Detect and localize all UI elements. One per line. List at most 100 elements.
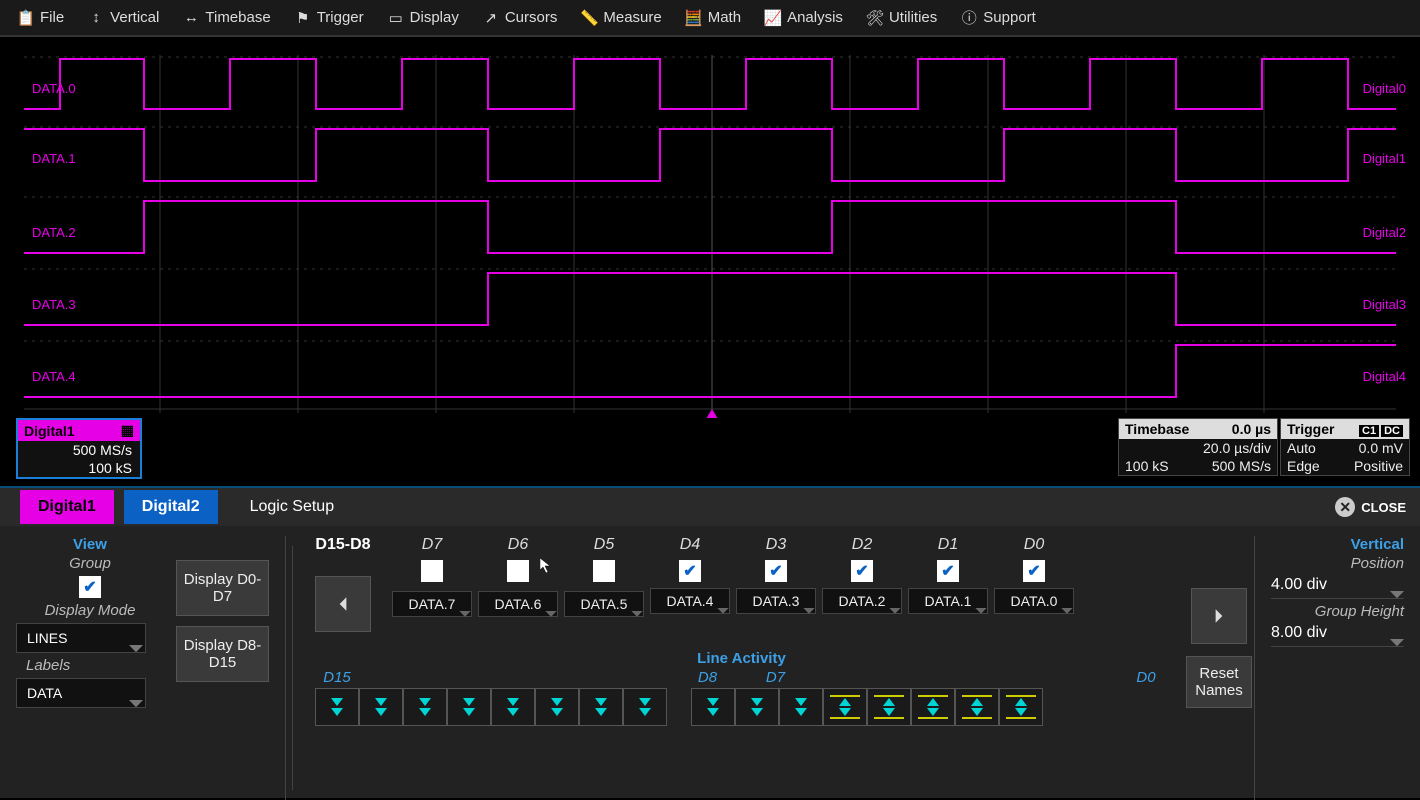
waveform-display[interactable]: DATA.0 DATA.1 DATA.2 DATA.3 DATA.4 Digit… — [0, 36, 1420, 418]
reset-names-button[interactable]: Reset Names — [1186, 656, 1252, 708]
menu-timebase[interactable]: ↔Timebase — [171, 0, 282, 35]
channel-cell-D1: D1 DATA.1 — [905, 536, 991, 617]
channel-checkbox-D1[interactable] — [937, 560, 959, 582]
line-activity-title: Line Activity — [315, 650, 1168, 667]
line-activity-cell-d7 — [691, 688, 735, 726]
line-activity-section: Line Activity D15 D8 D7 D0 — [315, 650, 1168, 726]
timebase-box[interactable]: Timebase0.0 µs 20.0 µs/div 100 kS500 MS/… — [1118, 418, 1278, 476]
ruler-icon: 📏 — [581, 10, 597, 26]
clipboard-icon: 📋 — [18, 10, 34, 26]
channel-checkbox-D3[interactable] — [765, 560, 787, 582]
timebase-scale: 20.0 µs/div — [1203, 440, 1271, 456]
timebase-rate: 500 MS/s — [1212, 458, 1271, 474]
labels-label: Labels — [26, 657, 164, 674]
menu-file[interactable]: 📋File — [6, 0, 76, 35]
menu-support[interactable]: ⓘSupport — [949, 0, 1048, 35]
waveform-svg — [0, 37, 1420, 419]
right-label-3: Digital3 — [1363, 297, 1406, 312]
horizontal-arrows-icon: ↔ — [183, 10, 199, 26]
digital1-title: Digital1 — [24, 423, 75, 439]
channel-name-input-D4[interactable]: DATA.4 — [650, 588, 730, 614]
channel-name-input-D5[interactable]: DATA.5 — [564, 591, 644, 617]
tab-digital1[interactable]: Digital1 — [20, 490, 114, 524]
line-activity-d8: D8 — [686, 669, 730, 686]
channel-name-input-D6[interactable]: DATA.6 — [478, 591, 558, 617]
trigger-coupling-badge: DC — [1381, 425, 1403, 437]
trigger-box[interactable]: Trigger C1DC Auto0.0 mV EdgePositive — [1280, 418, 1410, 476]
position-value[interactable]: 4.00 div — [1271, 572, 1404, 599]
channel-name-input-D1[interactable]: DATA.1 — [908, 588, 988, 614]
channels-column: D15-D8 D7DATA.7D6DATA.6D5DATA.5D4DATA.4D… — [299, 536, 1184, 800]
display-icon: ▭ — [388, 10, 404, 26]
menu-utilities[interactable]: 🛠Utilities — [855, 0, 949, 35]
menu-measure[interactable]: 📏Measure — [569, 0, 673, 35]
channel-checkbox-D5[interactable] — [593, 560, 615, 582]
right-label-4: Digital4 — [1363, 369, 1406, 384]
timebase-samples: 100 kS — [1125, 458, 1169, 474]
channel-checkbox-D6[interactable] — [507, 560, 529, 582]
channel-checkbox-D0[interactable] — [1023, 560, 1045, 582]
channel-name-input-D3[interactable]: DATA.3 — [736, 588, 816, 614]
channel-header: D7 — [389, 536, 475, 554]
digital1-badge[interactable]: Digital1▦ 500 MS/s 100 kS — [16, 418, 142, 479]
channel-name-input-D7[interactable]: DATA.7 — [392, 591, 472, 617]
vertical-column: Vertical Position 4.00 div Group Height … — [1254, 536, 1404, 800]
channel-name-input-D0[interactable]: DATA.0 — [994, 588, 1074, 614]
channel-checkbox-D4[interactable] — [679, 560, 701, 582]
line-activity-cell-d8 — [623, 688, 667, 726]
menu-math[interactable]: 🧮Math — [674, 0, 753, 35]
menu-vertical[interactable]: ↕Vertical — [76, 0, 171, 35]
menu-display[interactable]: ▭Display — [376, 0, 471, 35]
group-checkbox[interactable] — [79, 576, 101, 598]
next-range-button[interactable] — [1191, 588, 1247, 644]
view-column: View Group Display Mode LINES Labels DAT… — [16, 536, 176, 800]
menu-bar: 📋File ↕Vertical ↔Timebase ⚑Trigger ▭Disp… — [0, 0, 1420, 36]
line-activity-cell-d3 — [867, 688, 911, 726]
line-activity-d15: D15 — [315, 669, 359, 686]
channel-header: D6 — [475, 536, 561, 554]
range-label: D15-D8 — [315, 536, 371, 554]
channel-checkbox-D7[interactable] — [421, 560, 443, 582]
chart-icon: 📈 — [765, 10, 781, 26]
line-activity-cell-d5 — [779, 688, 823, 726]
channel-cell-D3: D3 DATA.3 — [733, 536, 819, 617]
line-activity-cell-d10 — [535, 688, 579, 726]
info-icon: ⓘ — [961, 10, 977, 26]
labels-dropdown[interactable]: DATA — [16, 678, 146, 708]
prev-range-button[interactable] — [315, 576, 371, 632]
flag-icon: ⚑ — [295, 10, 311, 26]
channel-label-3: DATA.3 — [32, 297, 76, 312]
menu-trigger[interactable]: ⚑Trigger — [283, 0, 376, 35]
channel-name-input-D2[interactable]: DATA.2 — [822, 588, 902, 614]
channel-cell-D0: D0DATA.0 — [991, 536, 1077, 617]
channel-header: D3 — [733, 536, 819, 554]
digital1-rate: 500 MS/s — [18, 441, 140, 459]
chevron-left-icon — [334, 595, 352, 613]
display-mode-dropdown[interactable]: LINES — [16, 623, 146, 653]
line-activity-cell-d12 — [447, 688, 491, 726]
tab-digital2[interactable]: Digital2 — [124, 490, 218, 524]
vertical-arrows-icon: ↕ — [88, 10, 104, 26]
trigger-level: 0.0 mV — [1359, 440, 1403, 456]
vertical-title: Vertical — [1271, 536, 1404, 553]
channel-header: D1 — [905, 536, 991, 554]
menu-cursors[interactable]: ↗Cursors — [471, 0, 570, 35]
trigger-title: Trigger — [1287, 421, 1334, 437]
wrench-icon: 🛠 — [867, 10, 883, 26]
close-button[interactable]: ✕CLOSE — [1335, 497, 1406, 517]
display-d0-d7-button[interactable]: Display D0-D7 — [176, 560, 269, 616]
line-activity-cell-d14 — [359, 688, 403, 726]
display-buttons-column: Display D0-D7 Display D8-D15 — [176, 536, 286, 800]
group-height-value[interactable]: 8.00 div — [1271, 620, 1404, 647]
channel-label-4: DATA.4 — [32, 369, 76, 384]
badge-icon: ▦ — [121, 422, 134, 439]
line-activity-d7: D7 — [754, 669, 798, 686]
menu-analysis[interactable]: 📈Analysis — [753, 0, 855, 35]
display-d8-d15-button[interactable]: Display D8-D15 — [176, 626, 269, 682]
tab-logic-setup[interactable]: Logic Setup — [232, 490, 353, 524]
line-activity-cell-d9 — [579, 688, 623, 726]
channel-checkbox-D2[interactable] — [851, 560, 873, 582]
channel-label-1: DATA.1 — [32, 151, 76, 166]
channel-cell-D2: D2DATA.2 — [819, 536, 905, 617]
trigger-slope: Positive — [1354, 458, 1403, 474]
